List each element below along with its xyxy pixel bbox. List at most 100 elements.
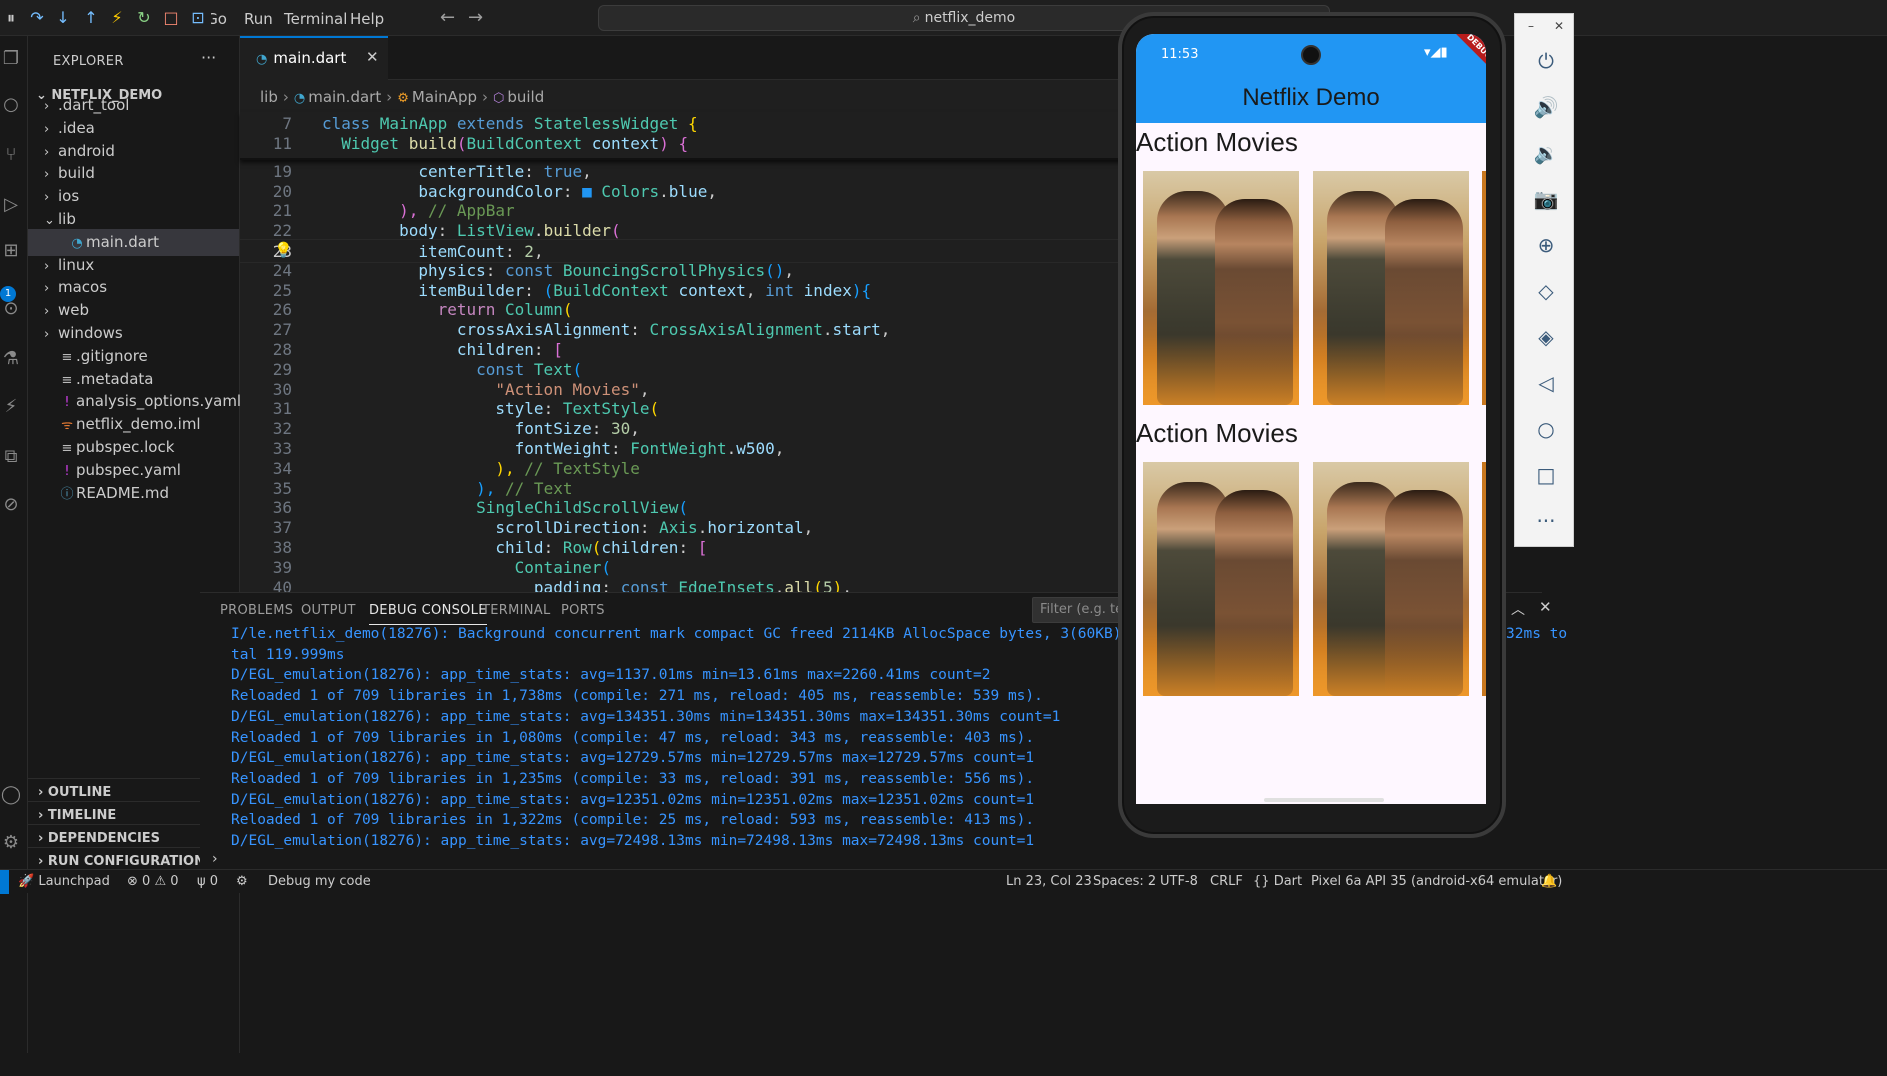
hot-reload-icon[interactable]: ⚡ [106, 8, 128, 28]
code-token: : [543, 399, 563, 419]
remote-icon[interactable]: ⊙ [0, 298, 22, 319]
code-token: { [688, 114, 698, 133]
movie-poster[interactable] [1143, 462, 1299, 696]
log-line: D/EGL_emulation(18276): app_time_stats: … [231, 750, 1035, 767]
code-token: : [485, 260, 506, 280]
code-token: context [591, 134, 660, 153]
log-line: D/EGL_emulation(18276): app_time_stats: … [231, 833, 1035, 849]
language-mode[interactable]: {} Dart [1253, 870, 1302, 894]
code-token: : [524, 161, 544, 181]
pages-icon[interactable]: ⧉ [0, 446, 22, 467]
home-icon[interactable]: ○ [1532, 415, 1560, 443]
timeline-icon[interactable]: ⊘ [0, 494, 22, 515]
tree-item-label: build [58, 164, 95, 183]
code-token: : [533, 340, 554, 359]
notifications-bell-icon[interactable]: 🔔 [1541, 870, 1557, 894]
devtools-icon[interactable]: ⊡ [187, 8, 209, 28]
source-control-icon[interactable]: ⑂ [0, 144, 22, 165]
forward-arrow-icon[interactable]: → [468, 7, 483, 28]
status-clock: 11:53 [1161, 47, 1199, 62]
debug-config[interactable]: Debug my code [268, 870, 371, 894]
tab-terminal[interactable]: TERMINAL [482, 603, 551, 618]
menu-terminal[interactable]: Terminal [284, 10, 347, 28]
cursor-position[interactable]: Ln 23, Col 23 [1006, 870, 1092, 894]
tab-output[interactable]: OUTPUT [301, 603, 356, 618]
flutter-icon[interactable]: ⚡ [0, 396, 22, 417]
step-out-icon[interactable]: ↑ [80, 8, 102, 28]
account-icon[interactable]: ◯ [0, 784, 22, 805]
pause-icon[interactable]: ⏸ [0, 8, 22, 28]
menu-help[interactable]: Help [350, 10, 384, 28]
log-overflow-text: 32ms to [1506, 626, 1568, 642]
line-endings[interactable]: CRLF [1210, 870, 1243, 894]
section-title: Action Movies [1136, 127, 1298, 157]
breadcrumb-item[interactable]: main.dart [308, 88, 381, 106]
camera-icon[interactable]: 📷 [1532, 185, 1560, 213]
gesture-home-bar[interactable] [1264, 798, 1384, 802]
breadcrumb-item[interactable]: lib [260, 88, 278, 106]
movie-poster[interactable] [1313, 462, 1469, 696]
code-token: , [707, 181, 717, 201]
rotate-left-icon[interactable]: ◇ [1532, 277, 1560, 305]
back-icon[interactable]: ◁ [1532, 369, 1560, 397]
run-debug-icon[interactable]: ▷ [0, 194, 22, 215]
more-actions-icon[interactable]: ··· [201, 48, 216, 67]
breadcrumb-item[interactable]: MainApp [412, 88, 477, 106]
tab-ports[interactable]: PORTS [561, 603, 605, 618]
tab-problems[interactable]: PROBLEMS [220, 603, 293, 618]
console-prompt-icon[interactable]: › [212, 851, 218, 867]
lightbulb-icon[interactable]: 💡 [274, 241, 293, 259]
close-icon[interactable]: ✕ [1554, 19, 1564, 33]
power-icon[interactable]: ⏻ [1532, 47, 1560, 75]
breadcrumb-item[interactable]: build [507, 88, 544, 106]
tab-debug-console[interactable]: DEBUG CONSOLE [369, 603, 487, 625]
more-icon[interactable]: ··· [1532, 507, 1560, 535]
close-panel-icon[interactable]: ✕ [1539, 598, 1552, 616]
rotate-right-icon[interactable]: ◈ [1532, 323, 1560, 351]
search-icon[interactable]: ○ [0, 94, 22, 115]
movie-poster[interactable] [1313, 171, 1469, 405]
ports-count[interactable]: ψ 0 [197, 870, 218, 894]
encoding[interactable]: UTF-8 [1160, 870, 1198, 894]
chevron-right-icon: › [386, 88, 393, 106]
code-token: Column [505, 300, 563, 320]
extensions-icon[interactable]: ⊞ [0, 240, 22, 261]
menu-run[interactable]: Run [244, 10, 273, 28]
explorer-icon[interactable]: ❐ [0, 48, 22, 69]
maximize-panel-icon[interactable]: ︿ [1511, 599, 1525, 619]
settings-gear-icon[interactable]: ⚙ [0, 832, 22, 853]
zoom-icon[interactable]: ⊕ [1532, 231, 1560, 259]
volume-up-icon[interactable]: 🔊 [1532, 93, 1560, 121]
movie-poster[interactable] [1143, 171, 1299, 405]
problems-count[interactable]: ⊗ 0 ⚠ 0 [127, 870, 179, 894]
stop-icon[interactable]: □ [160, 8, 182, 28]
restart-icon[interactable]: ↻ [133, 8, 155, 28]
minimize-icon[interactable]: – [1528, 19, 1534, 33]
indentation[interactable]: Spaces: 2 [1093, 870, 1156, 894]
close-tab-icon[interactable]: ✕ [366, 48, 379, 66]
back-arrow-icon[interactable]: ← [440, 7, 455, 28]
volume-down-icon[interactable]: 🔉 [1532, 139, 1560, 167]
step-over-icon[interactable]: ↷ [26, 8, 48, 28]
testing-icon[interactable]: ⚗ [0, 348, 22, 369]
tree-item[interactable]: ⓘ README.md [28, 480, 239, 507]
log-line: D/EGL_emulation(18276): app_time_stats: … [231, 791, 1035, 808]
code-token: int [765, 280, 804, 300]
menu-go[interactable]: Go [211, 10, 227, 28]
braces-icon: {} [1253, 874, 1274, 889]
class-icon: ⚙ [397, 91, 409, 106]
code-token: , [639, 379, 650, 399]
code-token: . [659, 181, 669, 201]
remote-indicator[interactable] [0, 870, 9, 894]
code-token: : [562, 181, 583, 201]
launchpad-item[interactable]: 🚀 Launchpad [18, 870, 110, 894]
device-selector[interactable]: Pixel 6a API 35 (android-x64 emulator) [1311, 870, 1562, 894]
emulator-screen[interactable]: 11:53 ▾◢▮ DEBUG Netflix Demo Action Movi… [1136, 34, 1486, 804]
step-into-icon[interactable]: ↓ [52, 8, 74, 28]
overview-icon[interactable]: □ [1532, 461, 1560, 489]
code-token: BuildContext [466, 134, 592, 153]
code-token: class [322, 114, 380, 133]
